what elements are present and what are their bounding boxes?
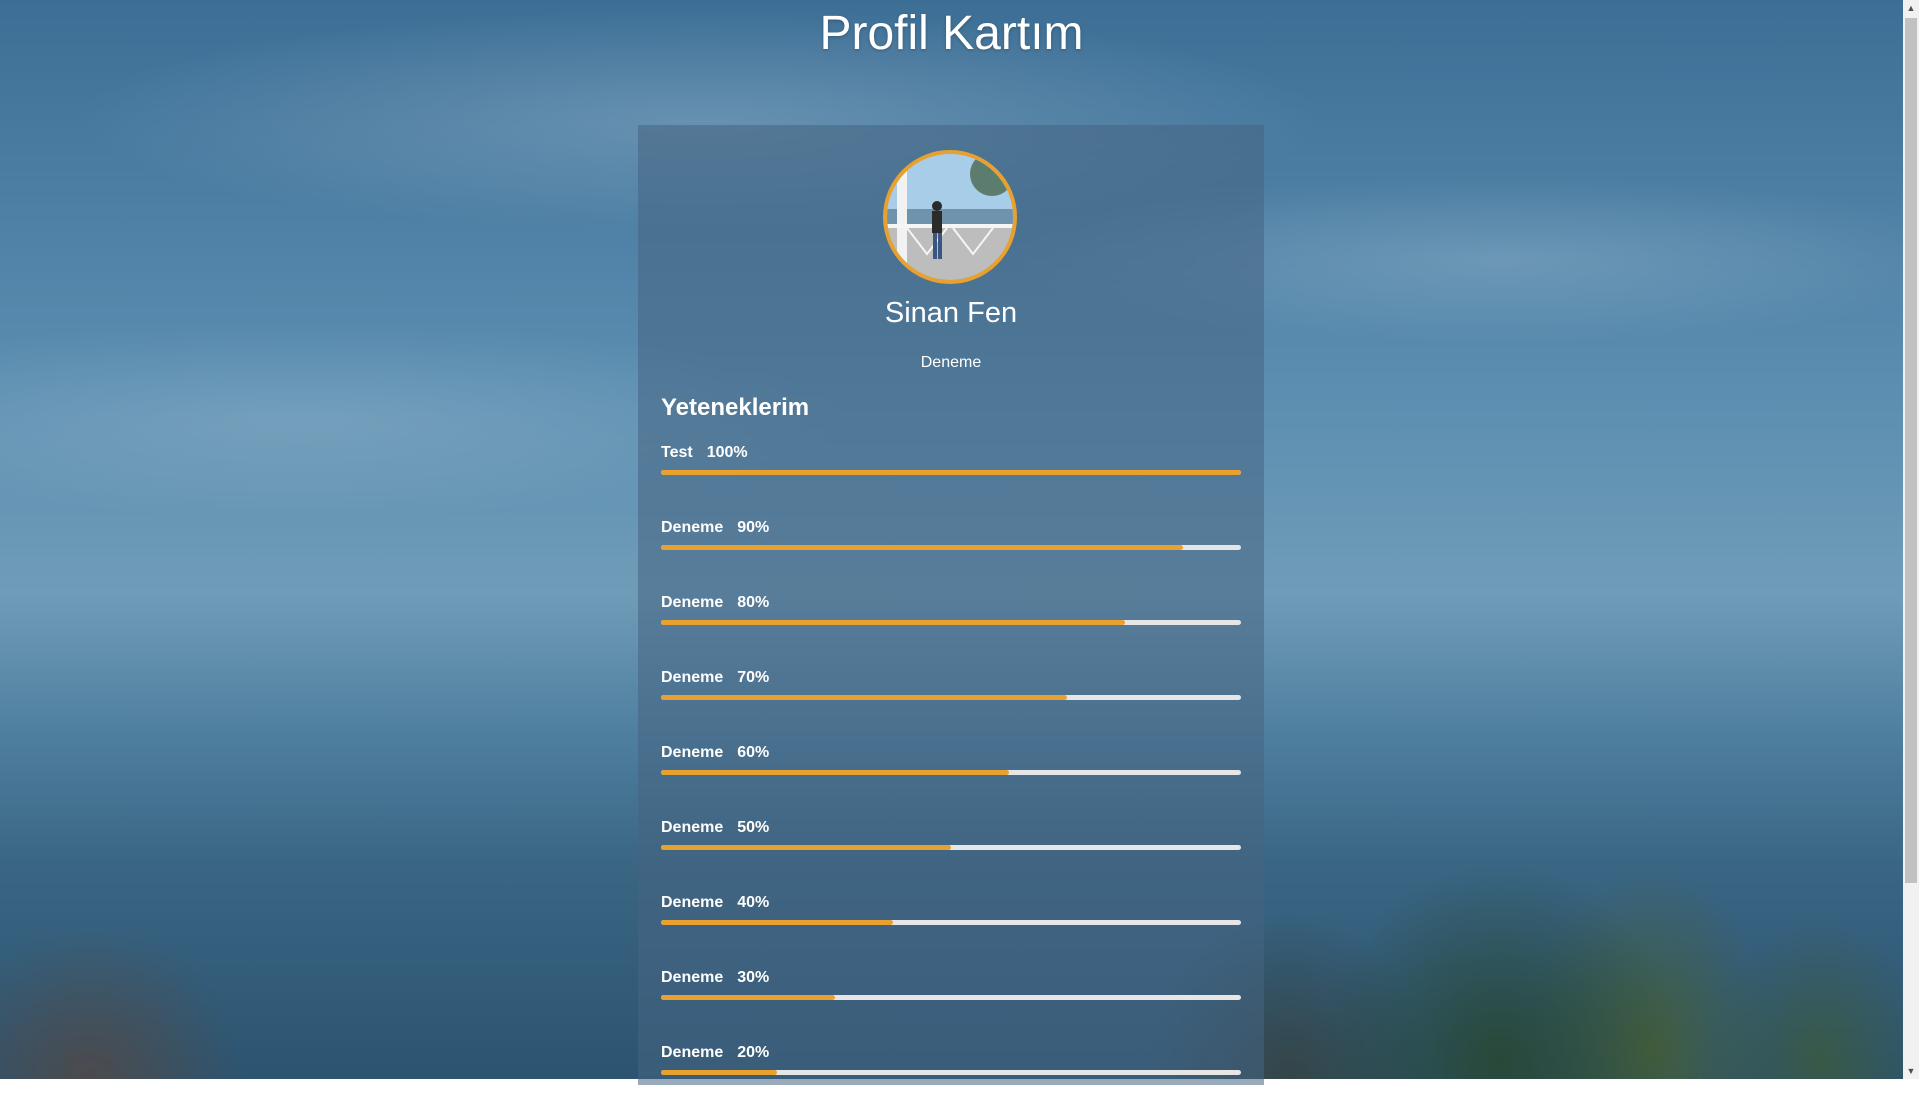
skill-label: Deneme <box>661 894 724 911</box>
scrollbar-thumb[interactable] <box>1905 18 1917 883</box>
skill-header: Deneme 30% <box>661 968 1241 988</box>
skill-label: Deneme <box>661 519 724 536</box>
skill-progress-fill <box>661 845 951 850</box>
skill-header: Deneme 40% <box>661 893 1241 913</box>
skill-progress-bar <box>661 770 1241 775</box>
skill-item: Deneme 80% <box>661 593 1241 668</box>
skill-progress-fill <box>661 470 1241 475</box>
skill-label: Deneme <box>661 594 724 611</box>
skill-percent: 40% <box>737 894 770 911</box>
skill-progress-bar <box>661 845 1241 850</box>
skills-list: Test 100% Deneme 90% Deneme 80% Deneme 70% Denem… <box>661 443 1241 1118</box>
skill-progress-bar <box>661 695 1241 700</box>
skill-header: Deneme 60% <box>661 743 1241 763</box>
skill-percent: 90% <box>737 519 770 536</box>
profile-name: Sinan Fen <box>884 297 1018 329</box>
skill-label: Deneme <box>661 1044 724 1061</box>
skill-percent: 60% <box>737 744 770 761</box>
skill-header: Deneme 90% <box>661 518 1241 538</box>
skill-header: Deneme 80% <box>661 593 1241 613</box>
profile-card: Sinan Fen Deneme Yeteneklerim Test 100% De… <box>638 125 1264 1085</box>
skills-heading: Yeteneklerim <box>661 394 810 421</box>
skill-percent: 50% <box>737 819 770 836</box>
skill-percent: 30% <box>737 969 770 986</box>
skill-progress-fill <box>661 995 835 1000</box>
skill-label: Deneme <box>661 744 724 761</box>
skill-percent: 70% <box>737 669 770 686</box>
skill-header: Test 100% <box>661 443 1241 463</box>
skill-percent: 80% <box>737 594 770 611</box>
skill-label: Test <box>661 444 693 461</box>
skill-progress-bar <box>661 920 1241 925</box>
skill-progress-fill <box>661 545 1183 550</box>
skill-progress-bar <box>661 620 1241 625</box>
profile-photo <box>887 154 1013 280</box>
skill-progress-bar <box>661 545 1241 550</box>
skill-progress-fill <box>661 1070 777 1075</box>
skill-label: Deneme <box>661 669 724 686</box>
skill-progress-bar <box>661 470 1241 475</box>
skill-header: Deneme 70% <box>661 668 1241 688</box>
scroll-down-arrow-icon[interactable]: ▼ <box>1903 1063 1919 1079</box>
skill-progress-fill <box>661 920 893 925</box>
page-scrollbar[interactable]: ▲ ▼ <box>1903 0 1919 1079</box>
skill-item: Deneme 90% <box>661 518 1241 593</box>
skill-label: Deneme <box>661 819 724 836</box>
skill-item: Test 100% <box>661 443 1241 518</box>
profile-avatar <box>883 150 1017 284</box>
skill-item: Deneme 20% <box>661 1043 1241 1118</box>
skill-item: Deneme 50% <box>661 818 1241 893</box>
skill-item: Deneme 40% <box>661 893 1241 968</box>
profile-subtitle: Deneme <box>920 354 982 371</box>
skill-percent: 20% <box>737 1044 770 1061</box>
skill-label: Deneme <box>661 969 724 986</box>
skill-progress-fill <box>661 620 1125 625</box>
skill-progress-fill <box>661 695 1067 700</box>
scroll-up-arrow-icon[interactable]: ▲ <box>1903 0 1919 16</box>
skill-percent: 100% <box>706 444 748 461</box>
skill-header: Deneme 50% <box>661 818 1241 838</box>
skill-progress-bar <box>661 1070 1241 1075</box>
skill-progress-fill <box>661 770 1009 775</box>
skill-item: Deneme 70% <box>661 668 1241 743</box>
skill-header: Deneme 20% <box>661 1043 1241 1063</box>
skill-item: Deneme 30% <box>661 968 1241 1043</box>
skill-item: Deneme 60% <box>661 743 1241 818</box>
page-title: Profil Kartım <box>819 7 1084 60</box>
skill-progress-bar <box>661 995 1241 1000</box>
